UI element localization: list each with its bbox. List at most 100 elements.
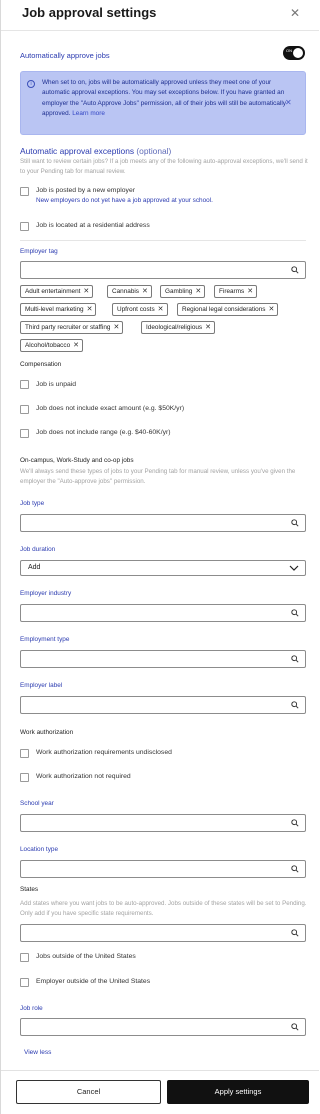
section-divider: [20, 240, 306, 241]
new-employer-label: Job is posted by a new employer: [36, 187, 135, 194]
chip-remove-icon[interactable]: ✕: [73, 342, 79, 349]
chip-label: Alcohol/tobacco: [25, 342, 71, 349]
chip-remove-icon[interactable]: ✕: [142, 288, 148, 295]
work-auth-undisclosed-checkbox[interactable]: [20, 749, 29, 758]
location-type-label: Location type: [20, 846, 59, 853]
no-range-checkbox[interactable]: [20, 429, 29, 438]
job-role-label: Job role: [20, 1005, 43, 1012]
chip-ideological-religious[interactable]: Ideological/religious ✕: [141, 321, 216, 334]
chip-multi-level-marketing[interactable]: Multi-level marketing ✕: [20, 303, 97, 316]
job-duration-select[interactable]: Add: [20, 560, 306, 576]
panel-header: Job approval settings ✕: [1, 0, 319, 30]
cancel-button[interactable]: Cancel: [16, 1080, 161, 1104]
header-divider: [1, 30, 319, 31]
location-type-search[interactable]: [20, 860, 306, 878]
chip-remove-icon[interactable]: ✕: [269, 306, 275, 313]
view-less-link[interactable]: View less: [24, 1049, 51, 1056]
chip-remove-icon[interactable]: ✕: [113, 324, 119, 331]
employment-type-search[interactable]: [20, 650, 306, 668]
employer-outside-us-label: Employer outside of the United States: [36, 978, 151, 985]
new-employer-sub: New employers do not yet have a job appr…: [36, 197, 213, 204]
chip-remove-icon[interactable]: ✕: [83, 288, 89, 295]
employer-tag-label: Employer tag: [20, 248, 58, 255]
states-search[interactable]: [20, 924, 306, 942]
chip-gambling[interactable]: Gambling ✕: [160, 285, 206, 298]
no-range-label: Job does not include range (e.g. $40-60K…: [36, 429, 171, 436]
job-duration-label: Job duration: [20, 546, 56, 553]
exceptions-title: Automatic approval exceptions (optional): [20, 146, 171, 156]
toggle-knob: [293, 48, 303, 58]
work-auth-not-required-label: Work authorization not required: [36, 773, 131, 780]
chip-remove-icon[interactable]: ✕: [195, 288, 201, 295]
job-approval-panel: Job approval settings ✕ Automatically ap…: [0, 0, 319, 1114]
search-icon: [291, 819, 299, 827]
outside-us-checkbox[interactable]: [20, 953, 29, 962]
job-type-label: Job type: [20, 500, 45, 507]
chip-regional-legal[interactable]: Regional legal considerations ✕: [177, 303, 279, 316]
chip-remove-icon[interactable]: ✕: [87, 306, 93, 313]
search-icon: [291, 865, 299, 873]
page-title: Job approval settings: [22, 5, 157, 20]
residential-label: Job is located at a residential address: [36, 222, 150, 229]
chip-remove-icon[interactable]: ✕: [158, 306, 164, 313]
chip-label: Multi-level marketing: [25, 306, 84, 313]
search-icon: [291, 929, 299, 937]
chip-third-party-recruiter[interactable]: Third party recruiter or staffing ✕: [20, 321, 124, 334]
employer-tag-search[interactable]: [20, 261, 306, 279]
new-employer-checkbox[interactable]: [20, 187, 29, 196]
close-icon[interactable]: ✕: [288, 6, 302, 20]
employer-label-search[interactable]: [20, 696, 306, 714]
school-year-search[interactable]: [20, 814, 306, 832]
search-icon: [291, 266, 299, 274]
oncampus-subtitle: We'll always send these types of jobs to…: [20, 468, 296, 485]
auto-approve-toggle[interactable]: ON: [283, 46, 305, 60]
exceptions-title-text: Automatic approval exceptions: [20, 146, 135, 156]
chip-label: Adult entertainment: [25, 288, 81, 295]
info-banner: i When set to on, jobs will be automatic…: [20, 71, 306, 135]
unpaid-checkbox[interactable]: [20, 380, 29, 389]
employment-type-label: Employment type: [20, 636, 70, 643]
job-duration-value: Add: [28, 564, 41, 571]
chip-label: Cannabis: [112, 288, 140, 295]
residential-checkbox[interactable]: [20, 222, 29, 231]
chip-upfront-costs[interactable]: Upfront costs ✕: [112, 303, 168, 316]
employer-outside-us-checkbox[interactable]: [20, 978, 29, 987]
employer-industry-label: Employer industry: [20, 590, 72, 597]
exceptions-subtitle: Still want to review certain jobs? If a …: [20, 158, 308, 175]
outside-us-label: Jobs outside of the United States: [36, 953, 136, 960]
learn-more-link[interactable]: Learn more: [72, 110, 105, 117]
chip-label: Ideological/religious: [146, 324, 203, 331]
search-icon: [291, 609, 299, 617]
chip-cannabis[interactable]: Cannabis ✕: [107, 285, 152, 298]
work-auth-undisclosed-label: Work authorization requirements undisclo…: [36, 749, 172, 756]
auto-approve-label: Automatically approve jobs: [20, 51, 110, 60]
footer: Cancel Apply settings: [1, 1070, 319, 1114]
compensation-title: Compensation: [20, 361, 62, 368]
job-type-search[interactable]: [20, 514, 306, 532]
chip-remove-icon[interactable]: ✕: [205, 324, 211, 331]
search-icon: [291, 519, 299, 527]
chip-remove-icon[interactable]: ✕: [247, 288, 253, 295]
chip-label: Gambling: [165, 288, 193, 295]
search-icon: [291, 1023, 299, 1031]
chevron-down-icon: [289, 565, 299, 571]
toggle-on-text: ON: [286, 48, 292, 53]
work-auth-not-required-checkbox[interactable]: [20, 773, 29, 782]
no-amount-label: Job does not include exact amount (e.g. …: [36, 405, 185, 412]
work-auth-title: Work authorization: [20, 729, 74, 736]
chip-label: Firearms: [219, 288, 245, 295]
chip-adult-entertainment[interactable]: Adult entertainment ✕: [20, 285, 94, 298]
oncampus-title: On-campus, Work-Study and co-op jobs: [20, 457, 134, 464]
apply-settings-button[interactable]: Apply settings: [167, 1080, 309, 1104]
search-icon: [291, 655, 299, 663]
employer-industry-search[interactable]: [20, 604, 306, 622]
job-role-search[interactable]: [20, 1018, 306, 1036]
states-title: States: [20, 886, 39, 893]
chip-label: Regional legal considerations: [182, 306, 266, 313]
chip-alcohol-tobacco[interactable]: Alcohol/tobacco ✕: [20, 339, 83, 352]
chip-firearms[interactable]: Firearms ✕: [214, 285, 258, 298]
banner-close-icon[interactable]: ✕: [285, 98, 292, 107]
states-subtitle: Add states where you want jobs to be aut…: [20, 900, 307, 917]
no-amount-checkbox[interactable]: [20, 405, 29, 414]
search-icon: [291, 701, 299, 709]
